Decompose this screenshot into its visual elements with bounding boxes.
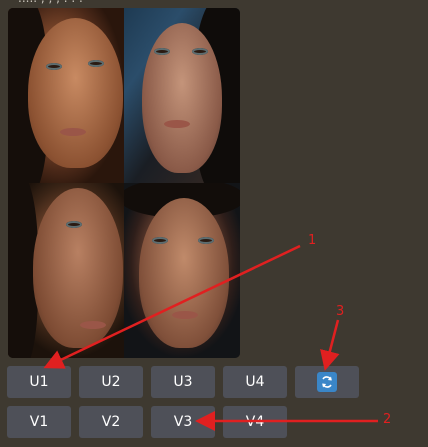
annotation-label-2: 2	[383, 412, 392, 427]
reroll-button[interactable]	[295, 366, 359, 398]
eye-shape	[88, 60, 104, 67]
face-shape	[139, 198, 229, 348]
arrow-3	[320, 319, 340, 371]
variation-button-v4[interactable]: V4	[223, 406, 287, 438]
lips-shape	[164, 120, 190, 128]
lips-shape	[60, 128, 86, 136]
variation-button-v1[interactable]: V1	[7, 406, 71, 438]
image-quadrant-4	[124, 183, 240, 358]
upscale-button-u3[interactable]: U3	[151, 366, 215, 398]
upscale-button-u2[interactable]: U2	[79, 366, 143, 398]
annotation-label-3: 3	[336, 304, 345, 319]
image-grid[interactable]	[8, 8, 240, 358]
lips-shape	[172, 311, 198, 319]
eye-shape	[66, 221, 82, 228]
variation-button-v3[interactable]: V3	[151, 406, 215, 438]
eye-shape	[46, 63, 62, 70]
face-shape	[28, 18, 123, 168]
face-shape	[142, 23, 222, 173]
upscale-button-u1[interactable]: U1	[7, 366, 71, 398]
eye-shape	[154, 48, 170, 55]
refresh-icon	[317, 372, 337, 392]
annotation-label-1: 1	[308, 233, 317, 248]
image-quadrant-3	[8, 183, 124, 358]
lips-shape	[80, 321, 106, 329]
face-shape	[33, 188, 123, 348]
eye-shape	[152, 237, 168, 244]
upscale-button-u4[interactable]: U4	[223, 366, 287, 398]
message-text-partial: ..... , , , . . .	[18, 0, 83, 5]
variation-button-v2[interactable]: V2	[79, 406, 143, 438]
image-quadrant-2	[124, 8, 240, 183]
image-quadrant-1	[8, 8, 124, 183]
eye-shape	[198, 237, 214, 244]
eye-shape	[192, 48, 208, 55]
